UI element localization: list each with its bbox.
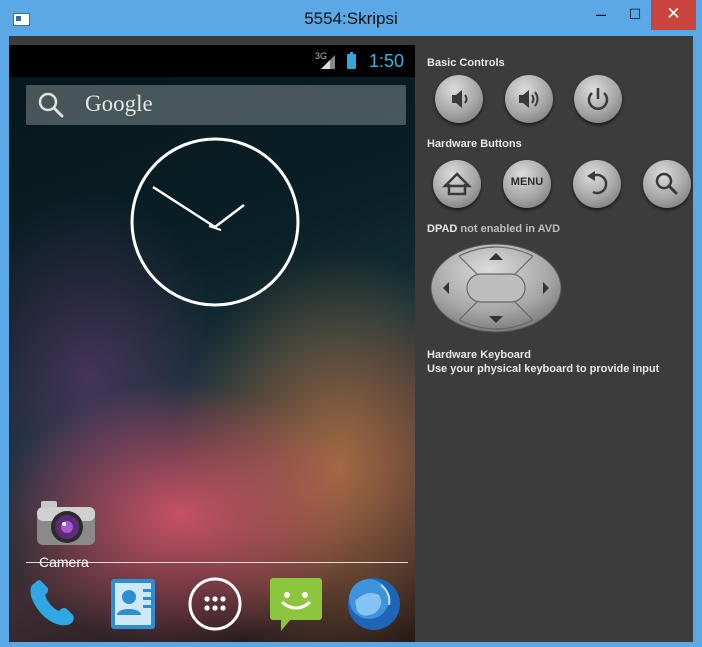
menu-button[interactable]: MENU	[503, 160, 551, 208]
device-screen[interactable]: 3G 1:50 Google Camera	[9, 45, 415, 642]
browser-globe-icon[interactable]	[345, 575, 403, 633]
emulator-controls-panel: Basic Controls Hardware Buttons MENU DPA…	[415, 45, 693, 642]
hardware-keyboard-title: Hardware Keyboard	[427, 349, 531, 361]
home-icon	[441, 172, 473, 196]
menu-icon: MENU	[510, 176, 544, 188]
home-button[interactable]	[433, 160, 481, 208]
dpad-status: not enabled in AVD	[457, 223, 561, 235]
signal-icon	[321, 55, 335, 69]
google-search-bar[interactable]: Google	[26, 85, 406, 125]
dpad-title: DPAD not enabled in AVD	[427, 223, 560, 235]
basic-controls-title: Basic Controls	[427, 57, 505, 69]
maximize-button[interactable]: ☐	[620, 0, 650, 30]
apps-launcher-icon[interactable]	[186, 575, 244, 633]
battery-icon	[347, 52, 356, 69]
dpad-label: DPAD	[427, 223, 458, 235]
analog-clock-widget[interactable]	[129, 136, 301, 308]
close-button[interactable]: ✕	[651, 0, 696, 30]
hardware-buttons-title: Hardware Buttons	[427, 138, 522, 150]
back-button[interactable]	[573, 160, 621, 208]
phone-icon[interactable]	[23, 575, 81, 633]
volume-down-button[interactable]	[435, 75, 483, 123]
messaging-icon[interactable]	[267, 575, 325, 633]
volume-down-icon	[452, 90, 468, 108]
search-button[interactable]	[643, 160, 691, 208]
search-icon	[655, 172, 678, 195]
status-bar: 3G 1:50	[9, 45, 415, 77]
search-label: Google	[85, 91, 153, 116]
dpad-control	[430, 243, 562, 333]
power-icon	[587, 88, 609, 110]
hardware-keyboard-hint: Use your physical keyboard to provide in…	[427, 363, 660, 375]
power-button[interactable]	[574, 75, 622, 123]
volume-up-button[interactable]	[505, 75, 553, 123]
minimize-button[interactable]: –	[584, 0, 618, 30]
volume-up-icon	[519, 90, 539, 108]
camera-icon[interactable]	[31, 485, 101, 565]
contacts-icon[interactable]	[105, 575, 163, 633]
status-time: 1:50	[369, 51, 405, 71]
emulator-window: 5554:Skripsi – ☐ ✕ 3G 1:50 Google Camera…	[0, 0, 702, 647]
camera-label: Camera	[39, 554, 89, 570]
back-icon	[587, 171, 608, 195]
search-icon	[38, 92, 64, 118]
title-bar[interactable]: 5554:Skripsi – ☐ ✕	[0, 0, 702, 36]
